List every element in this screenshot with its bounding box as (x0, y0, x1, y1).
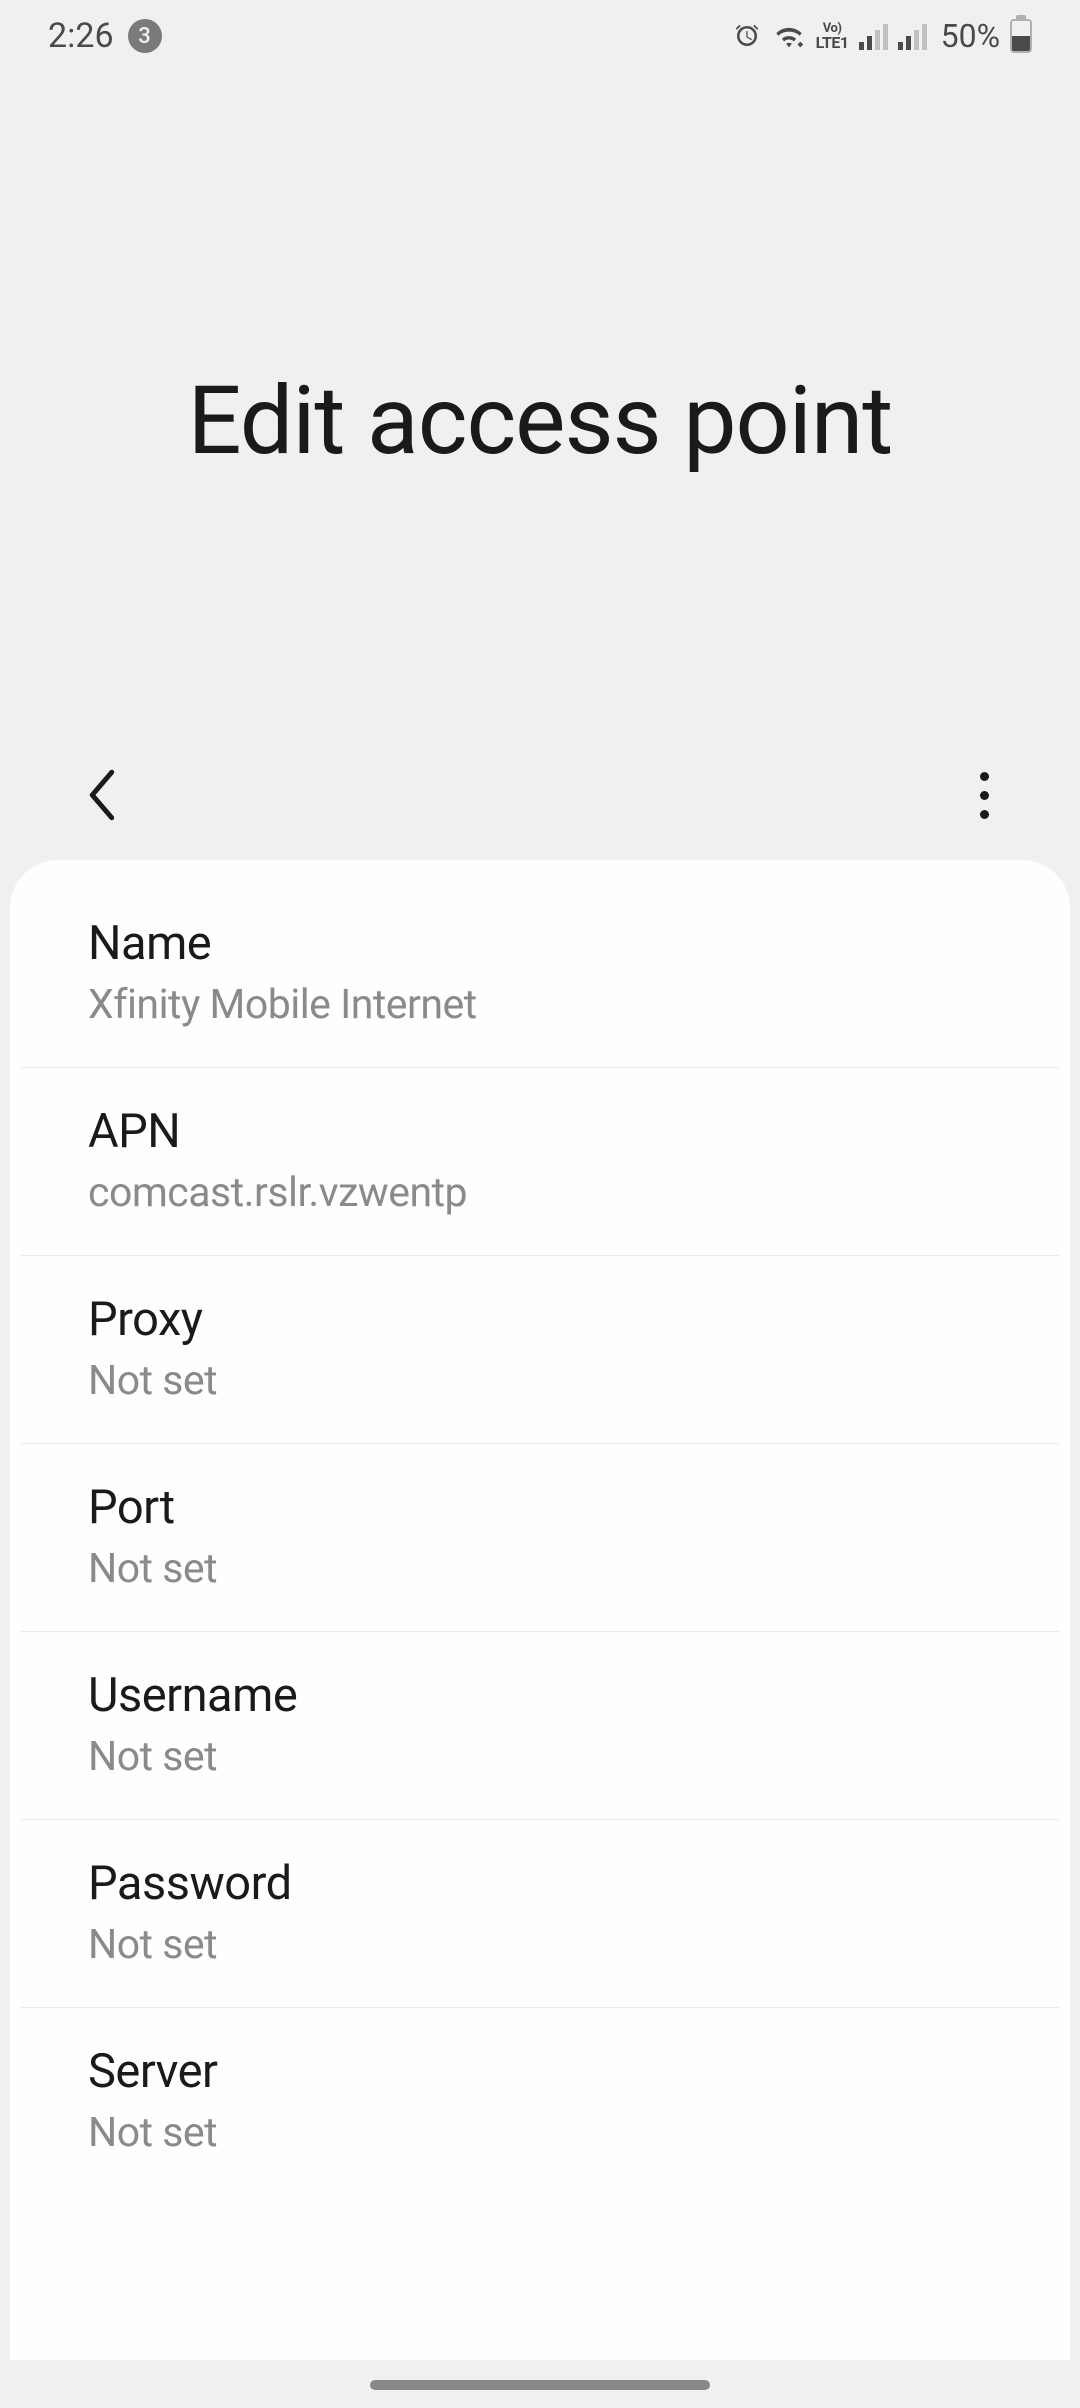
setting-value: Not set (88, 2109, 992, 2157)
chevron-left-icon (84, 769, 120, 821)
setting-item-username[interactable]: Username Not set (20, 1632, 1060, 1820)
status-bar: 2:26 3 Vo) LTE1 (0, 0, 1080, 72)
battery-percentage: 50% (941, 17, 1000, 55)
more-options-button[interactable] (960, 765, 1008, 825)
setting-label: Username (88, 1668, 992, 1723)
battery-icon (1010, 19, 1032, 53)
page-title: Edit access point (188, 366, 893, 477)
setting-value: Xfinity Mobile Internet (88, 981, 992, 1029)
setting-label: Name (88, 916, 992, 971)
navigation-handle[interactable] (370, 2380, 710, 2390)
setting-value: comcast.rslr.vzwentp (88, 1169, 992, 1217)
setting-value: Not set (88, 1733, 992, 1781)
setting-value: Not set (88, 1357, 992, 1405)
setting-value: Not set (88, 1921, 992, 1969)
status-left: 2:26 3 (48, 16, 162, 56)
status-time: 2:26 (48, 16, 114, 56)
setting-item-proxy[interactable]: Proxy Not set (20, 1256, 1060, 1444)
signal-2-icon (898, 22, 927, 50)
header-area: Edit access point (0, 72, 1080, 860)
setting-item-port[interactable]: Port Not set (20, 1444, 1060, 1632)
setting-item-server[interactable]: Server Not set (20, 2008, 1060, 2195)
wifi-icon (772, 21, 806, 51)
alarm-icon (732, 21, 762, 51)
back-button[interactable] (72, 765, 132, 825)
signal-1-icon (859, 22, 888, 50)
setting-label: Proxy (88, 1292, 992, 1347)
setting-label: Server (88, 2044, 992, 2099)
volte-icon: Vo) LTE1 (816, 22, 849, 51)
setting-label: Port (88, 1480, 992, 1535)
notification-count-badge: 3 (128, 19, 162, 53)
setting-item-apn[interactable]: APN comcast.rslr.vzwentp (20, 1068, 1060, 1256)
setting-value: Not set (88, 1545, 992, 1593)
settings-list: Name Xfinity Mobile Internet APN comcast… (10, 860, 1070, 2360)
setting-label: Password (88, 1856, 992, 1911)
more-vertical-icon (980, 772, 989, 819)
setting-item-name[interactable]: Name Xfinity Mobile Internet (20, 880, 1060, 1068)
setting-label: APN (88, 1104, 992, 1159)
status-right: Vo) LTE1 50% (732, 17, 1032, 55)
nav-bar (0, 730, 1080, 860)
setting-item-password[interactable]: Password Not set (20, 1820, 1060, 2008)
